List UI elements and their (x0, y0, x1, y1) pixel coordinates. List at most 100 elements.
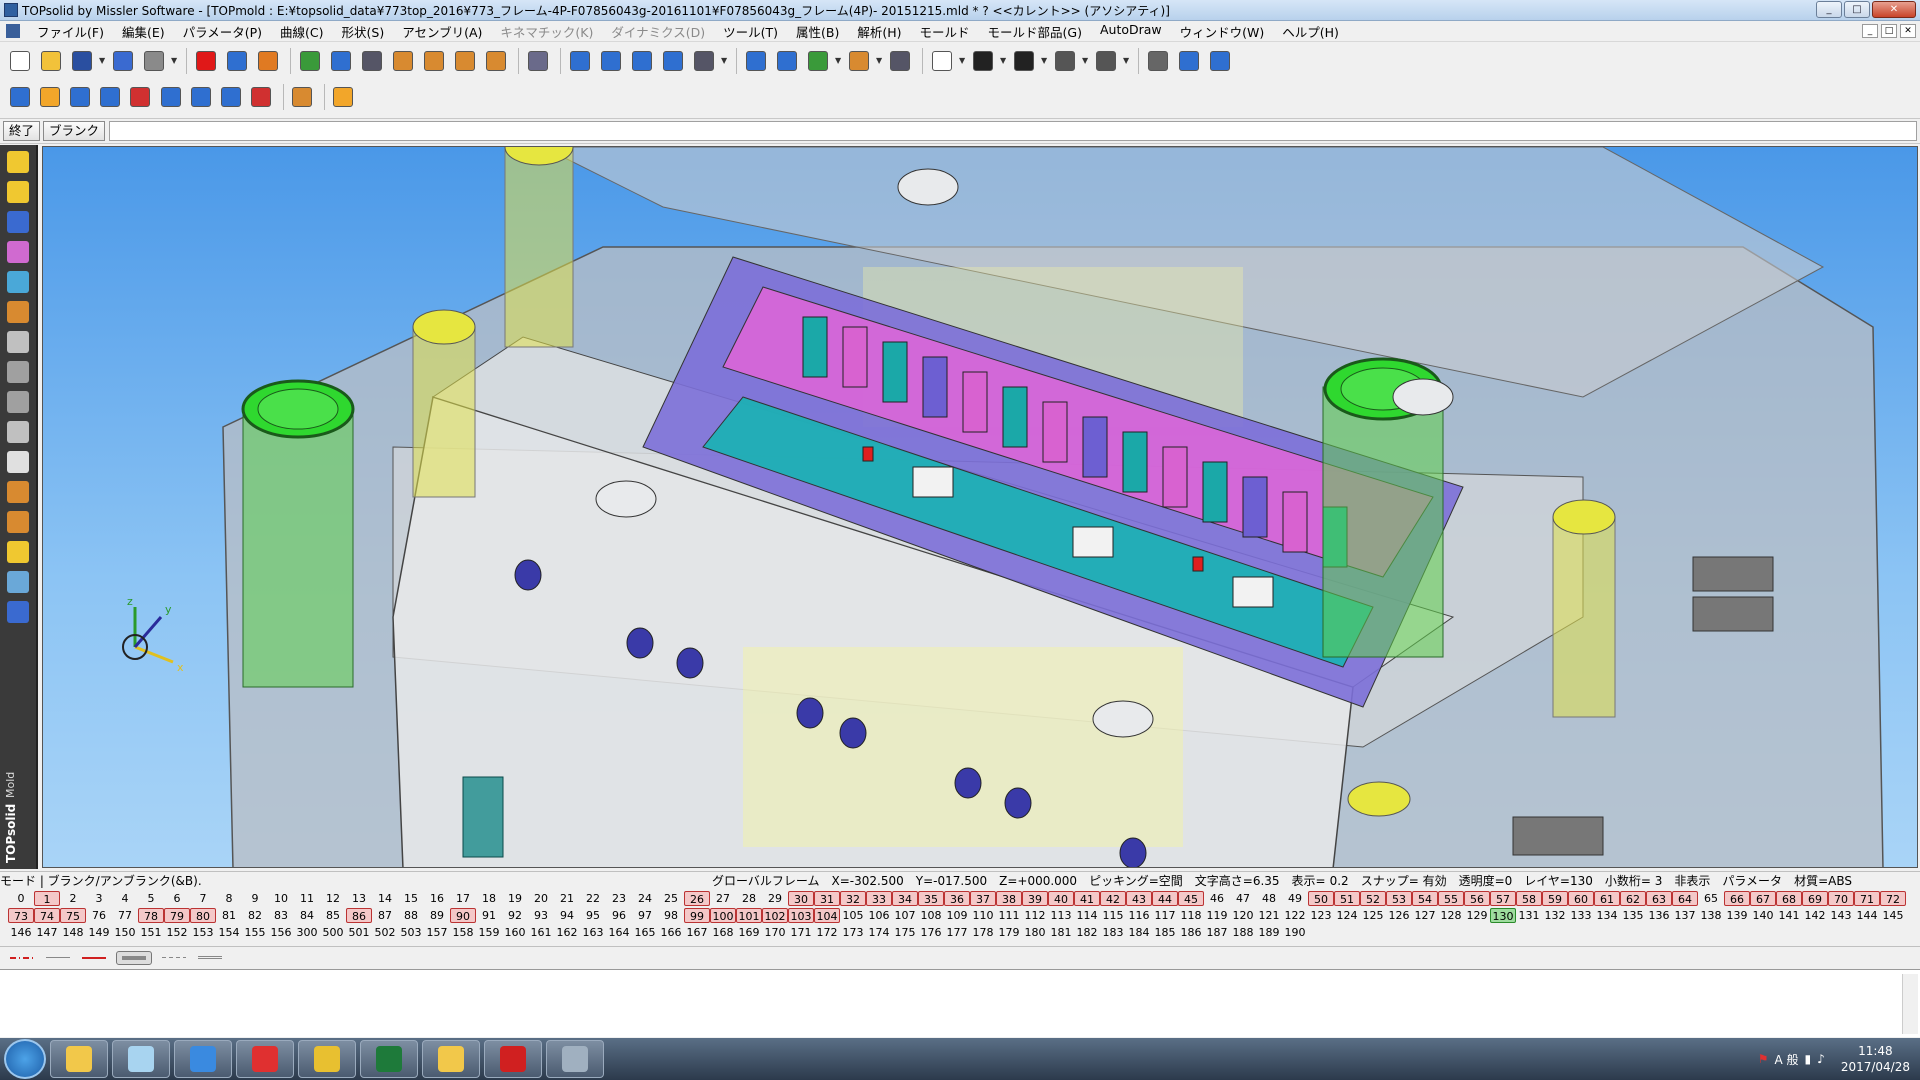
ime-indicator[interactable]: A 般 (1775, 1051, 1799, 1068)
mold-base-icon[interactable] (3, 299, 33, 325)
layer-button[interactable]: 56 (1464, 891, 1490, 906)
status-decimals[interactable]: 小数桁= 3 (1605, 872, 1663, 889)
layer-button[interactable]: 300 (294, 925, 320, 940)
layer-button[interactable]: 38 (996, 891, 1022, 906)
layer-button[interactable]: 75 (60, 908, 86, 923)
layer-button[interactable]: 21 (554, 891, 580, 906)
layer-button[interactable]: 190 (1282, 925, 1308, 940)
layer-button[interactable]: 128 (1438, 908, 1464, 923)
line-style-red[interactable] (80, 951, 108, 965)
layer-button[interactable]: 28 (736, 891, 762, 906)
minimize-button[interactable]: _ (1816, 1, 1842, 18)
layer-button[interactable]: 50 (1308, 891, 1334, 906)
eraser-icon[interactable] (254, 47, 282, 75)
menu-item-0[interactable]: ファイル(F) (28, 22, 113, 41)
layer-button[interactable]: 51 (1334, 891, 1360, 906)
layer-button[interactable]: 184 (1126, 925, 1152, 940)
status-frame[interactable]: グローバルフレーム (712, 872, 820, 889)
layer-button[interactable]: 500 (320, 925, 346, 940)
properties-icon[interactable] (109, 47, 137, 75)
zoom-icon[interactable] (742, 47, 770, 75)
layer-button[interactable]: 141 (1776, 908, 1802, 923)
walk-icon[interactable] (886, 47, 914, 75)
menu-item-5[interactable]: アセンブリ(A) (393, 22, 491, 41)
layer-button[interactable]: 47 (1230, 891, 1256, 906)
layer-button[interactable]: 172 (814, 925, 840, 940)
layer-button[interactable]: 13 (346, 891, 372, 906)
layer-button[interactable]: 96 (606, 908, 632, 923)
chevron-down-icon[interactable]: ▼ (876, 47, 884, 75)
curve-tool-icon[interactable] (3, 179, 33, 205)
mold-view-icon[interactable] (3, 599, 33, 625)
layer-button[interactable]: 94 (554, 908, 580, 923)
layer-button[interactable]: 81 (216, 908, 242, 923)
status-transparency[interactable]: 透明度=0 (1459, 872, 1513, 889)
axis-icon[interactable] (690, 47, 718, 75)
layer-button[interactable]: 108 (918, 908, 944, 923)
layer-button[interactable]: 77 (112, 908, 138, 923)
layer-button[interactable]: 169 (736, 925, 762, 940)
menu-item-13[interactable]: AutoDraw (1091, 22, 1171, 41)
block-icon[interactable] (36, 83, 63, 111)
spring-icon[interactable] (3, 449, 33, 475)
layer-button[interactable]: 45 (1178, 891, 1204, 906)
layer-button[interactable]: 46 (1204, 891, 1230, 906)
layer-button[interactable]: 120 (1230, 908, 1256, 923)
layer-button[interactable]: 14 (372, 891, 398, 906)
runner-icon[interactable] (217, 83, 244, 111)
line-style-dashed[interactable] (160, 951, 188, 965)
components-icon[interactable] (3, 329, 33, 355)
plate-icon[interactable] (66, 83, 93, 111)
layer-button[interactable]: 149 (86, 925, 112, 940)
layer-button[interactable]: 503 (398, 925, 424, 940)
layer-button[interactable]: 166 (658, 925, 684, 940)
layer-button[interactable]: 39 (1022, 891, 1048, 906)
layer-button[interactable]: 74 (34, 908, 60, 923)
layer-button[interactable]: 58 (1516, 891, 1542, 906)
layer-button[interactable]: 117 (1152, 908, 1178, 923)
layer-button[interactable]: 106 (866, 908, 892, 923)
layer-button[interactable]: 119 (1204, 908, 1230, 923)
layer-button[interactable]: 123 (1308, 908, 1334, 923)
layer-button[interactable]: 154 (216, 925, 242, 940)
layer-button[interactable]: 129 (1464, 908, 1490, 923)
layer-button[interactable]: 145 (1880, 908, 1906, 923)
layer-button[interactable]: 1 (34, 891, 60, 906)
layer-button[interactable]: 173 (840, 925, 866, 940)
layer-button[interactable]: 122 (1282, 908, 1308, 923)
status-display[interactable]: 表示= (1292, 872, 1326, 889)
layer-button[interactable]: 82 (242, 908, 268, 923)
layer-button[interactable]: 118 (1178, 908, 1204, 923)
line-style-thick[interactable] (116, 950, 152, 965)
hand-icon[interactable] (389, 47, 417, 75)
point-style-icon[interactable] (1010, 47, 1038, 75)
layer-button[interactable]: 130 (1490, 908, 1516, 923)
document-icon[interactable] (6, 24, 20, 38)
layer-button[interactable]: 98 (658, 908, 684, 923)
layer-button[interactable]: 70 (1828, 891, 1854, 906)
layer-button[interactable]: 116 (1126, 908, 1152, 923)
layer-button[interactable]: 162 (554, 925, 580, 940)
layer-button[interactable]: 5 (138, 891, 164, 906)
layer-button[interactable]: 135 (1620, 908, 1646, 923)
layer-button[interactable]: 185 (1152, 925, 1178, 940)
layer-button[interactable]: 87 (372, 908, 398, 923)
layer-button[interactable]: 71 (1854, 891, 1880, 906)
zoom-fit-icon[interactable] (773, 47, 801, 75)
chrome-icon[interactable] (298, 1040, 356, 1078)
status-material[interactable]: 材質=ABS (1794, 872, 1852, 889)
layer-button[interactable]: 86 (346, 908, 372, 923)
layer-button[interactable]: 182 (1074, 925, 1100, 940)
layer-button[interactable]: 43 (1126, 891, 1152, 906)
layer-button[interactable]: 131 (1516, 908, 1542, 923)
layer-button[interactable]: 88 (398, 908, 424, 923)
view-icon[interactable] (327, 47, 355, 75)
end-button[interactable]: 終了 (3, 121, 41, 141)
layer-button[interactable]: 95 (580, 908, 606, 923)
flag-icon[interactable]: ⚑ (1758, 1052, 1769, 1066)
shading-icon[interactable] (1206, 47, 1234, 75)
chevron-down-icon[interactable]: ▼ (171, 47, 179, 75)
layer-button[interactable]: 84 (294, 908, 320, 923)
layer-button[interactable]: 124 (1334, 908, 1360, 923)
layer-button[interactable]: 9 (242, 891, 268, 906)
